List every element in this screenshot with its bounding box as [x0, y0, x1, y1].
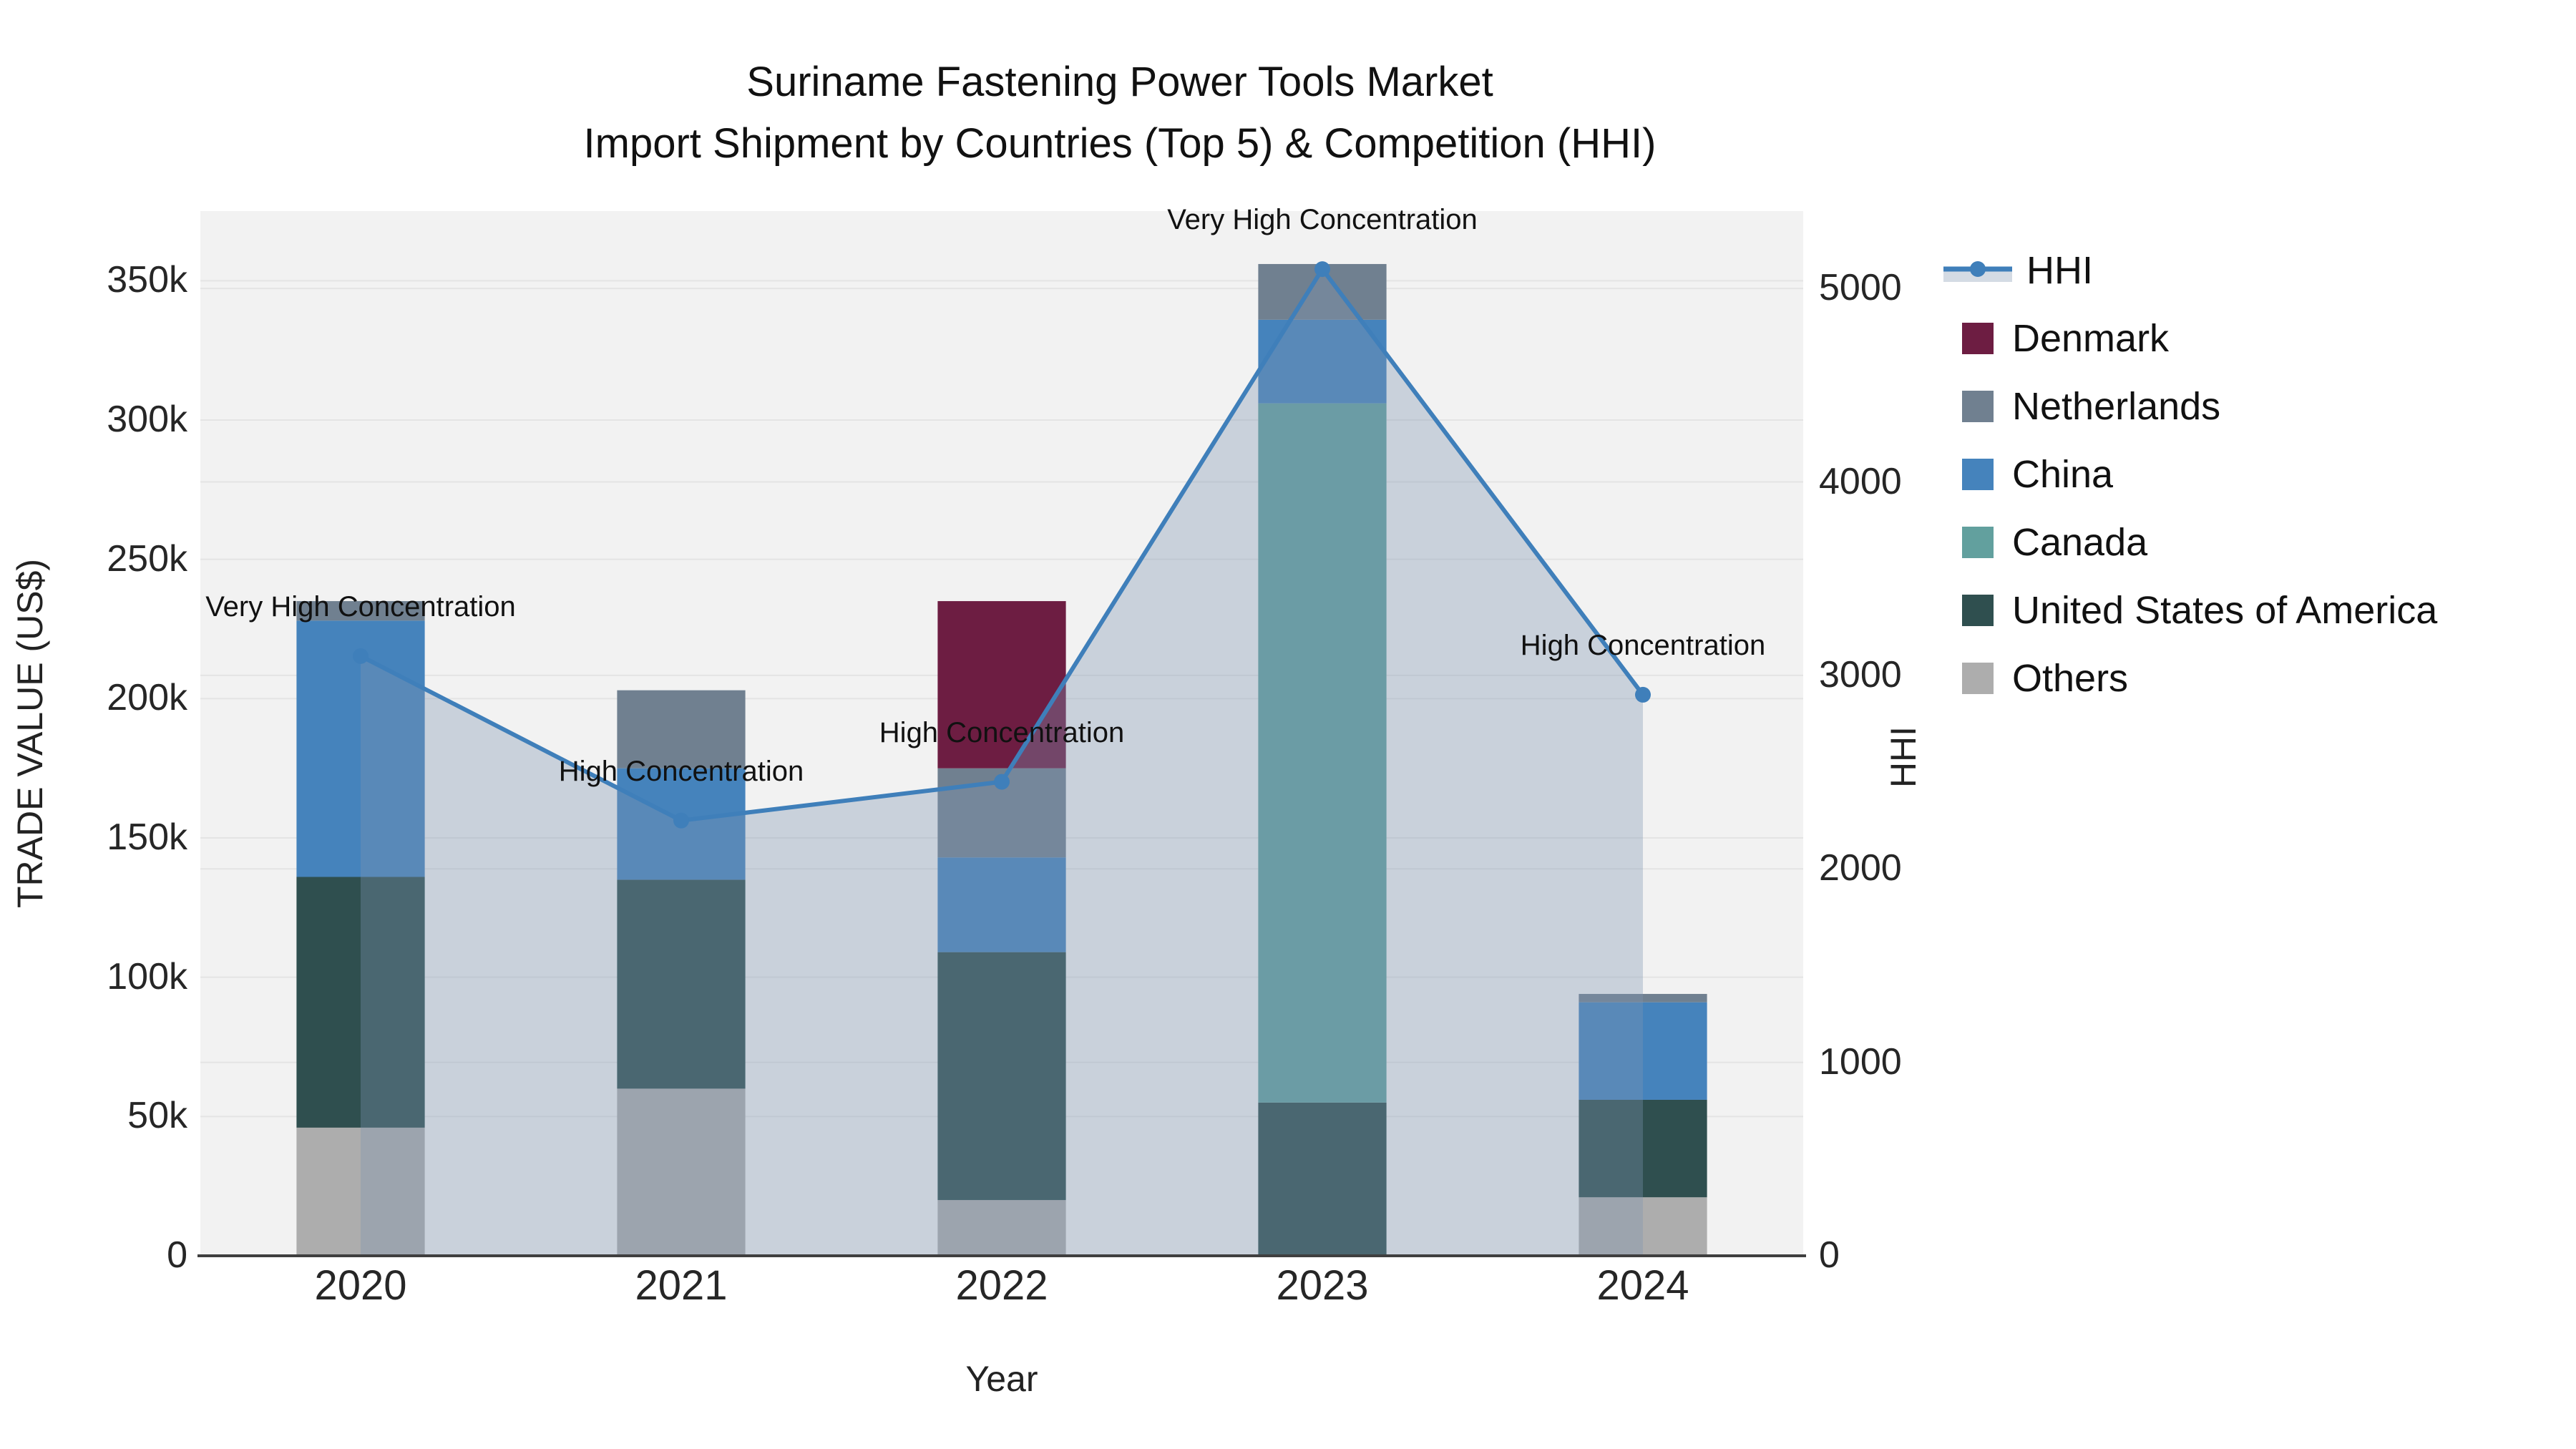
y-left-tick-label: 200k — [107, 677, 187, 719]
hhi-line-swatch-icon — [1943, 249, 2012, 292]
x-tick-label: 2024 — [1596, 1262, 1689, 1309]
x-tick-label: 2023 — [1276, 1262, 1369, 1309]
legend-label: United States of America — [2012, 588, 2438, 632]
y-left-axis-title: TRADE VALUE (US$) — [10, 558, 50, 909]
legend-swatch-icon — [1962, 594, 1994, 626]
legend-item-hhi[interactable]: HHI — [1943, 236, 2437, 304]
x-tick-label: 2021 — [635, 1262, 728, 1309]
annotation-2022: High Concentration — [879, 716, 1125, 748]
legend-item-china[interactable]: China — [1962, 440, 2437, 508]
y-left-tick-label: 50k — [127, 1095, 187, 1137]
x-tick-label: 2022 — [955, 1262, 1048, 1309]
hhi-marker[interactable] — [1314, 261, 1330, 278]
legend-item-others[interactable]: Others — [1962, 644, 2437, 712]
y-right-tick-label: 5000 — [1819, 267, 1902, 309]
legend-label: Others — [2012, 656, 2129, 700]
legend-swatch-icon — [1962, 390, 1994, 422]
legend-label: Netherlands — [2012, 384, 2221, 428]
legend: HHI Denmark Netherlands China Canada United S… — [1943, 236, 2437, 712]
hhi-marker[interactable] — [1635, 686, 1651, 703]
y-left-tick-label: 150k — [107, 816, 187, 858]
y-right-axis-title: HHI — [1883, 726, 1923, 789]
annotation-2024: High Concentration — [1520, 629, 1766, 661]
annotation-2021: High Concentration — [558, 755, 804, 787]
legend-swatch-icon — [1962, 662, 1994, 694]
y-left-tick-label: 350k — [107, 259, 187, 301]
y-right-tick-label: 4000 — [1819, 460, 1902, 502]
legend-swatch-icon — [1962, 458, 1994, 490]
y-right-tick-label: 2000 — [1819, 847, 1902, 889]
hhi-marker[interactable] — [994, 774, 1010, 790]
legend-label: HHI — [2026, 248, 2093, 292]
y-left-tick-label: 250k — [107, 537, 187, 580]
legend-item-united-states-of-america[interactable]: United States of America — [1962, 576, 2437, 644]
y-right-tick-label: 0 — [1819, 1234, 1840, 1276]
legend-swatch-icon — [1962, 526, 1994, 558]
legend-item-denmark[interactable]: Denmark — [1962, 304, 2437, 372]
figure: Suriname Fastening Power Tools Market Im… — [0, 0, 2576, 1449]
annotation-2023: Very High Concentration — [1167, 204, 1478, 236]
legend-item-canada[interactable]: Canada — [1962, 508, 2437, 576]
legend-swatch-icon — [1962, 322, 1994, 354]
x-tick-label: 2020 — [314, 1262, 407, 1309]
legend-label: China — [2012, 452, 2114, 496]
legend-item-netherlands[interactable]: Netherlands — [1962, 372, 2437, 440]
hhi-marker[interactable] — [673, 812, 689, 829]
y-left-tick-label: 300k — [107, 399, 187, 440]
x-axis-title: Year — [965, 1359, 1038, 1399]
annotation-2020: Very High Concentration — [205, 590, 516, 623]
y-right-tick-label: 3000 — [1819, 653, 1902, 696]
y-left-tick-label: 100k — [107, 955, 187, 997]
legend-label: Denmark — [2012, 316, 2170, 360]
y-right-tick-label: 1000 — [1819, 1040, 1902, 1083]
hhi-marker[interactable] — [353, 648, 369, 664]
legend-label: Canada — [2012, 520, 2148, 564]
y-left-tick-label: 0 — [167, 1234, 187, 1276]
